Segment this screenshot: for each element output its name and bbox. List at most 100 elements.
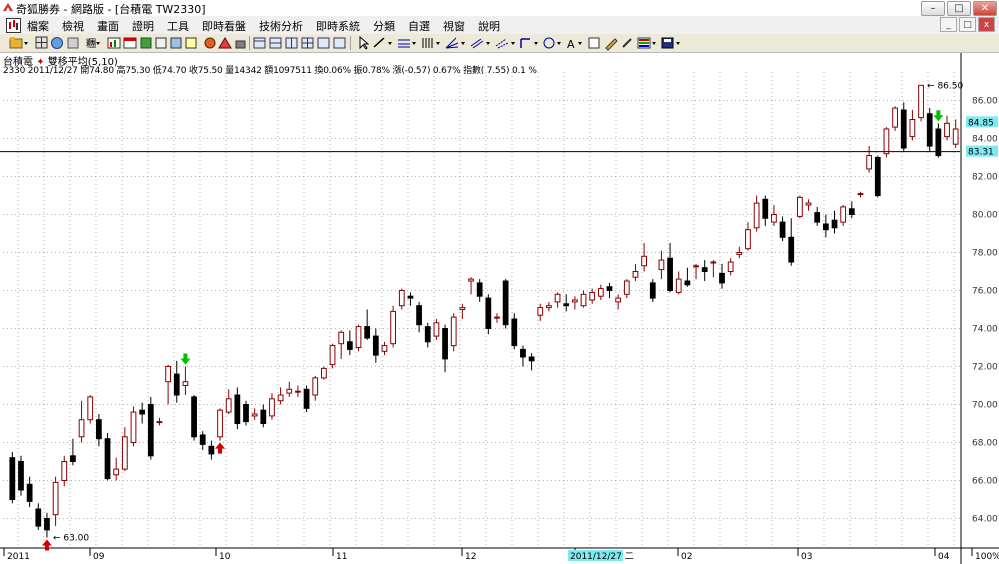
x-tick-label: 09	[93, 552, 105, 562]
candle-up	[217, 409, 223, 438]
candle-up	[450, 316, 457, 347]
candle-up	[468, 278, 474, 282]
candle-up	[295, 390, 301, 393]
candle-up	[771, 214, 777, 223]
candle-up	[130, 411, 137, 444]
candle-down	[147, 404, 154, 457]
candle-down	[848, 208, 855, 216]
candle-up	[312, 377, 319, 396]
candle-up	[381, 345, 388, 352]
candle-down	[563, 303, 570, 307]
candle-up	[459, 307, 466, 311]
candle-down	[346, 341, 353, 350]
candle-down	[26, 483, 33, 502]
candle-up	[675, 278, 682, 293]
candle-down	[407, 295, 414, 299]
candle-down	[260, 409, 267, 425]
candle-up	[225, 398, 232, 413]
y-tick-label: 78.00	[972, 249, 998, 259]
candle-up	[797, 196, 803, 217]
candle-up	[113, 468, 120, 476]
candle-down	[511, 318, 518, 347]
candle-down	[900, 109, 907, 149]
candle-down	[372, 335, 379, 356]
candle-down	[701, 267, 708, 273]
sell-arrow-icon	[933, 110, 944, 122]
candle-up	[156, 421, 163, 424]
candle-down	[719, 272, 725, 284]
candle-up	[269, 398, 275, 417]
candle-down	[528, 356, 535, 362]
candle-up	[554, 293, 561, 303]
quote-info: 2330 2011/12/27 開74.80 高75.30 低74.70 收75…	[3, 66, 537, 76]
candle-down	[476, 282, 483, 297]
x-tick-label: 100%	[975, 552, 999, 562]
candle-up	[580, 293, 587, 307]
candle-up	[623, 280, 630, 295]
y-tick-label: 80.00	[972, 211, 998, 221]
candle-up	[537, 307, 544, 316]
x-tick-label: 04	[938, 552, 950, 562]
candle-down	[502, 280, 509, 326]
candle-up	[398, 290, 405, 307]
candle-up	[710, 261, 717, 264]
candle-down	[303, 388, 310, 409]
candle-down	[173, 373, 180, 396]
candle-up	[753, 202, 760, 229]
candle-down	[199, 434, 206, 445]
candle-up	[286, 388, 293, 394]
x-tick-label: 03	[801, 552, 812, 562]
current-price-label: 84.85	[968, 118, 994, 128]
candle-down	[104, 438, 111, 480]
candle-down	[35, 508, 42, 527]
candle-up	[632, 271, 639, 278]
candle-up	[494, 316, 500, 319]
candle-up	[597, 288, 604, 297]
candle-up	[571, 299, 578, 303]
candle-up	[805, 202, 812, 206]
y-tick-label: 84.00	[972, 135, 998, 145]
candle-down	[139, 409, 146, 415]
candle-up	[87, 396, 94, 421]
x-tick-label: 10	[219, 552, 231, 562]
candle-down	[424, 326, 431, 343]
candle-down	[234, 394, 241, 424]
candle-up	[736, 252, 743, 255]
candle-up	[338, 331, 345, 345]
y-tick-label: 74.00	[972, 325, 998, 335]
candle-down	[831, 219, 838, 229]
candle-up	[615, 297, 622, 303]
candle-up	[892, 107, 898, 128]
candle-down	[779, 221, 786, 238]
candle-up	[390, 310, 397, 345]
candle-down	[762, 198, 769, 219]
candle-up	[641, 255, 647, 267]
crosshair-date-label: 2011/12/27 二	[570, 552, 634, 562]
candle-down	[788, 236, 795, 263]
candle-up	[589, 291, 596, 301]
high-price-label: ← 86.50	[927, 81, 963, 91]
candle-down	[95, 419, 102, 440]
candle-down	[814, 212, 821, 223]
candle-up	[727, 261, 734, 272]
candle-down	[18, 461, 24, 491]
candle-up	[857, 193, 864, 196]
candle-down	[485, 297, 492, 330]
candle-down	[926, 113, 933, 147]
y-tick-label: 72.00	[972, 363, 998, 373]
candle-down	[442, 328, 448, 360]
candle-down	[364, 326, 371, 339]
candle-up	[61, 461, 68, 481]
low-price-label: ← 63.00	[53, 534, 89, 544]
candle-down	[520, 348, 526, 358]
candle-up	[433, 322, 440, 337]
candle-up	[745, 229, 751, 250]
sell-arrow-icon	[180, 353, 191, 365]
candle-up	[251, 413, 258, 417]
buy-arrow-icon	[215, 442, 226, 454]
candle-up	[840, 206, 847, 223]
candle-up	[165, 366, 171, 383]
candle-up	[866, 155, 873, 170]
candle-up	[277, 394, 284, 402]
candle-up	[918, 84, 924, 119]
